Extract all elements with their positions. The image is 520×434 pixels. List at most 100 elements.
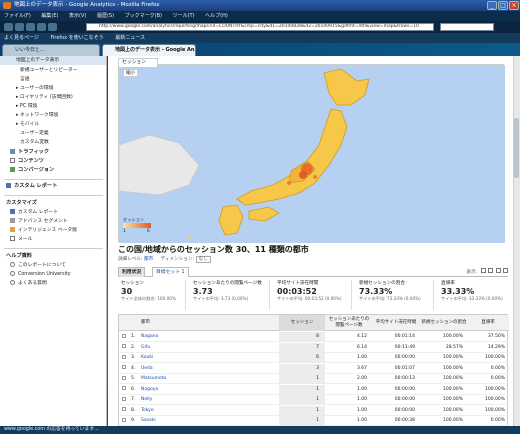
sidebar-item-conversion[interactable]: コンバージョン (0, 166, 106, 175)
sidebar-item-custom-report[interactable]: カスタム レポート (0, 182, 106, 191)
scrollbar-thumb[interactable] (514, 118, 519, 178)
column-pages-per-visit[interactable]: セッションあたりの閲覧ページ数 (327, 315, 371, 331)
column-bounce-rate[interactable]: 直帰率 (469, 315, 507, 331)
customize-link[interactable]: カスタム レポート (0, 208, 106, 217)
city-link[interactable]: Matsumoto (141, 374, 261, 384)
tab-goal-set[interactable]: 目標セット 1 (152, 267, 189, 277)
hotspot-marker[interactable] (299, 171, 307, 179)
table-row[interactable]: 6. Nagoya 1 1.00 00:00:00 100.00% 100.00% (119, 384, 509, 395)
comparison-view-icon[interactable] (503, 268, 508, 273)
table-row[interactable]: 3. Kouki 6 1.00 00:00:00 100.00% 100.00% (119, 353, 509, 363)
divider (4, 195, 103, 196)
help-link[interactable]: よくある質問 (0, 279, 106, 288)
cell-new-visits: 100.00% (442, 376, 463, 381)
help-link[interactable]: このレポートについて (0, 261, 106, 270)
detail-level-link[interactable]: 都市 (144, 257, 153, 262)
menu-view[interactable]: 表示(V) (69, 13, 86, 19)
menu-bookmarks[interactable]: ブックマーク(B) (125, 13, 162, 19)
menu-tools[interactable]: ツール(T) (173, 13, 195, 19)
home-icon[interactable] (48, 23, 57, 31)
hotspot-marker[interactable] (313, 175, 317, 179)
percentage-view-icon[interactable] (488, 268, 494, 273)
menu-history[interactable]: 履歴(S) (97, 13, 114, 19)
map-metric-tab[interactable]: セッション (118, 58, 158, 67)
table-row[interactable]: 2. Gifu 7 6.14 00:11:49 28.57% 14.29% (119, 342, 509, 353)
table-row[interactable]: 8. Tokyo 1 1.00 00:00:00 100.00% 100.00% (119, 405, 509, 416)
column-city[interactable]: 都市 (141, 315, 241, 331)
sidebar-item[interactable]: ユーザー定義 (0, 129, 106, 138)
dimension-select[interactable]: なし (195, 256, 211, 263)
table-row[interactable]: 7. Nelly 1 1.00 00:00:00 100.00% 100.00% (119, 395, 509, 405)
detail-level-bar: 詳細レベル: 都市 ディメンション: なし (118, 256, 498, 264)
table-row[interactable]: 1. Nagano 8 4.12 00:01:14 100.00% 37.50% (119, 332, 509, 342)
help-title: ヘルプ資料 (6, 253, 32, 259)
bookmark-item[interactable]: よく見るページ (4, 35, 39, 41)
sidebar-item[interactable]: ▸ ネットワーク環境 (0, 111, 106, 120)
hotspot-marker[interactable] (287, 181, 291, 185)
table-row[interactable]: 9. Sasaki 1 1.00 00:00:38 100.00% 0.00% (119, 416, 509, 426)
row-number: 7. (131, 397, 136, 402)
search-input[interactable] (440, 23, 494, 31)
view-tabs: 利用状況 目標セット 1 表示: (118, 267, 508, 277)
sidebar-item-traffic[interactable]: トラフィック (0, 148, 106, 157)
performance-view-icon[interactable] (495, 268, 501, 273)
sidebar-item[interactable]: ▸ ユーザーの環境 (0, 84, 106, 93)
zoom-out-button[interactable]: 縮小 (123, 69, 139, 77)
column-avg-time[interactable]: 平均サイト滞在時間 (373, 315, 419, 331)
content-icon (10, 158, 15, 163)
geo-map[interactable]: 縮小 セッション 1 6 (118, 64, 505, 243)
city-link[interactable]: Ueda (141, 364, 261, 374)
cell-sessions: 6 (279, 353, 325, 363)
bookmark-item[interactable]: Firefox を使いこなそう (51, 35, 104, 41)
stop-icon[interactable] (37, 23, 46, 31)
column-new-visits[interactable]: 新規セッションの割合 (421, 315, 467, 331)
table-view-icon[interactable] (480, 268, 486, 273)
city-link[interactable]: Tokyo (141, 406, 261, 416)
city-link[interactable]: Gifu (141, 343, 261, 353)
tab-active[interactable]: 地図上のデータ表示 - Google An... (102, 44, 196, 56)
cell-pages: 6.14 (356, 344, 367, 350)
scrollbar[interactable] (513, 56, 520, 426)
tab-strip: いい今日と... 地図上のデータ表示 - Google An... (0, 43, 520, 56)
table-row[interactable]: 5. Matsumoto 1 2.00 00:00:13 100.00% 0.00% (119, 374, 509, 384)
sidebar-item[interactable]: ▸ ロイヤリティ (訪問回数) (0, 93, 106, 102)
city-link[interactable]: Nagano (141, 332, 261, 342)
customize-link[interactable]: メール (0, 235, 106, 244)
menu-edit[interactable]: 編集(E) (41, 13, 58, 19)
city-link[interactable]: Kouki (141, 353, 261, 363)
forward-icon[interactable] (15, 23, 24, 31)
cell-sessions: 7 (279, 342, 325, 353)
sidebar-item[interactable]: ▸ モバイル (0, 120, 106, 129)
url-bar[interactable]: http://www.google.com/analytics/reportin… (86, 23, 434, 31)
tab-inactive[interactable]: いい今日と... (2, 44, 100, 56)
maximize-button[interactable]: □ (498, 1, 508, 10)
reload-icon[interactable] (26, 23, 35, 31)
divider (4, 248, 103, 249)
city-link[interactable]: Nelly (141, 395, 261, 405)
cell-pages: 1.00 (356, 386, 367, 392)
back-icon[interactable] (4, 23, 13, 31)
table-row[interactable]: 4. Ueda 3 3.67 00:01:07 100.00% 0.00% (119, 363, 509, 374)
customize-link[interactable]: インテリジェンス ベータ版 (0, 226, 106, 235)
tab-usage[interactable]: 利用状況 (118, 267, 146, 277)
email-icon (10, 236, 15, 241)
sidebar-item[interactable]: ▸ PC 環境 (0, 102, 106, 111)
bookmark-item[interactable]: 最新ニュース (115, 35, 145, 41)
city-link[interactable]: Nagoya (141, 385, 261, 395)
sidebar-item[interactable]: 言語 (0, 75, 106, 84)
help-link[interactable]: Conversion University (0, 270, 106, 279)
sidebar-item-map-overlay[interactable]: 地図上のデータ表示 (0, 56, 106, 65)
close-button[interactable]: × (509, 1, 519, 10)
summary-pages-per-visit: セッションあたりの閲覧ページ数 3.73 サイトの平均: 3.73 (0.00%… (190, 280, 270, 310)
column-sessions[interactable]: セッション (279, 315, 325, 331)
cell-time: 00:00:38 (394, 418, 415, 423)
sidebar-item[interactable]: カスタム変数 (0, 138, 106, 147)
cell-sessions: 1 (279, 374, 325, 384)
menu-help[interactable]: ヘルプ(H) (205, 13, 228, 19)
sidebar-item[interactable]: 新規ユーザーとリピーター (0, 66, 106, 75)
city-link[interactable]: Sasaki (141, 416, 261, 426)
sidebar-item-content[interactable]: コンテンツ (0, 157, 106, 166)
customize-link[interactable]: アドバンス セグメント (0, 217, 106, 226)
menu-file[interactable]: ファイル(F) (4, 13, 31, 19)
minimize-button[interactable]: _ (487, 1, 497, 10)
